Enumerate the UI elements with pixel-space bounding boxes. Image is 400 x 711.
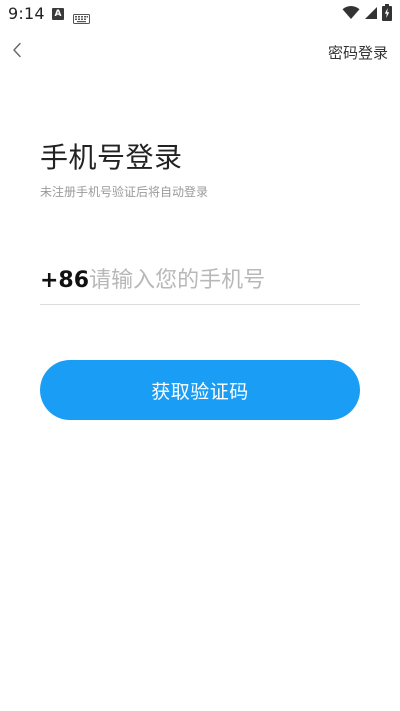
keyboard-icon: [73, 9, 90, 24]
phone-input-row: +86: [40, 256, 364, 305]
status-time: 9:14: [8, 4, 45, 23]
a-notification-icon: A: [52, 8, 64, 20]
page-subtitle: 未注册手机号验证后将自动登录: [40, 185, 209, 199]
country-code[interactable]: +86: [40, 268, 89, 293]
password-login-link[interactable]: 密码登录: [328, 42, 388, 63]
chevron-left-icon: [12, 42, 22, 62]
phone-number-input[interactable]: [89, 267, 364, 293]
status-indicators: [342, 3, 392, 25]
page-title: 手机号登录: [40, 141, 183, 174]
wifi-icon: [342, 5, 360, 24]
back-button[interactable]: [6, 40, 28, 64]
signal-icon: [364, 5, 378, 24]
status-bar: 9:14 A: [0, 0, 400, 28]
get-verification-code-button[interactable]: 获取验证码: [40, 360, 360, 420]
battery-charging-icon: [382, 3, 392, 25]
